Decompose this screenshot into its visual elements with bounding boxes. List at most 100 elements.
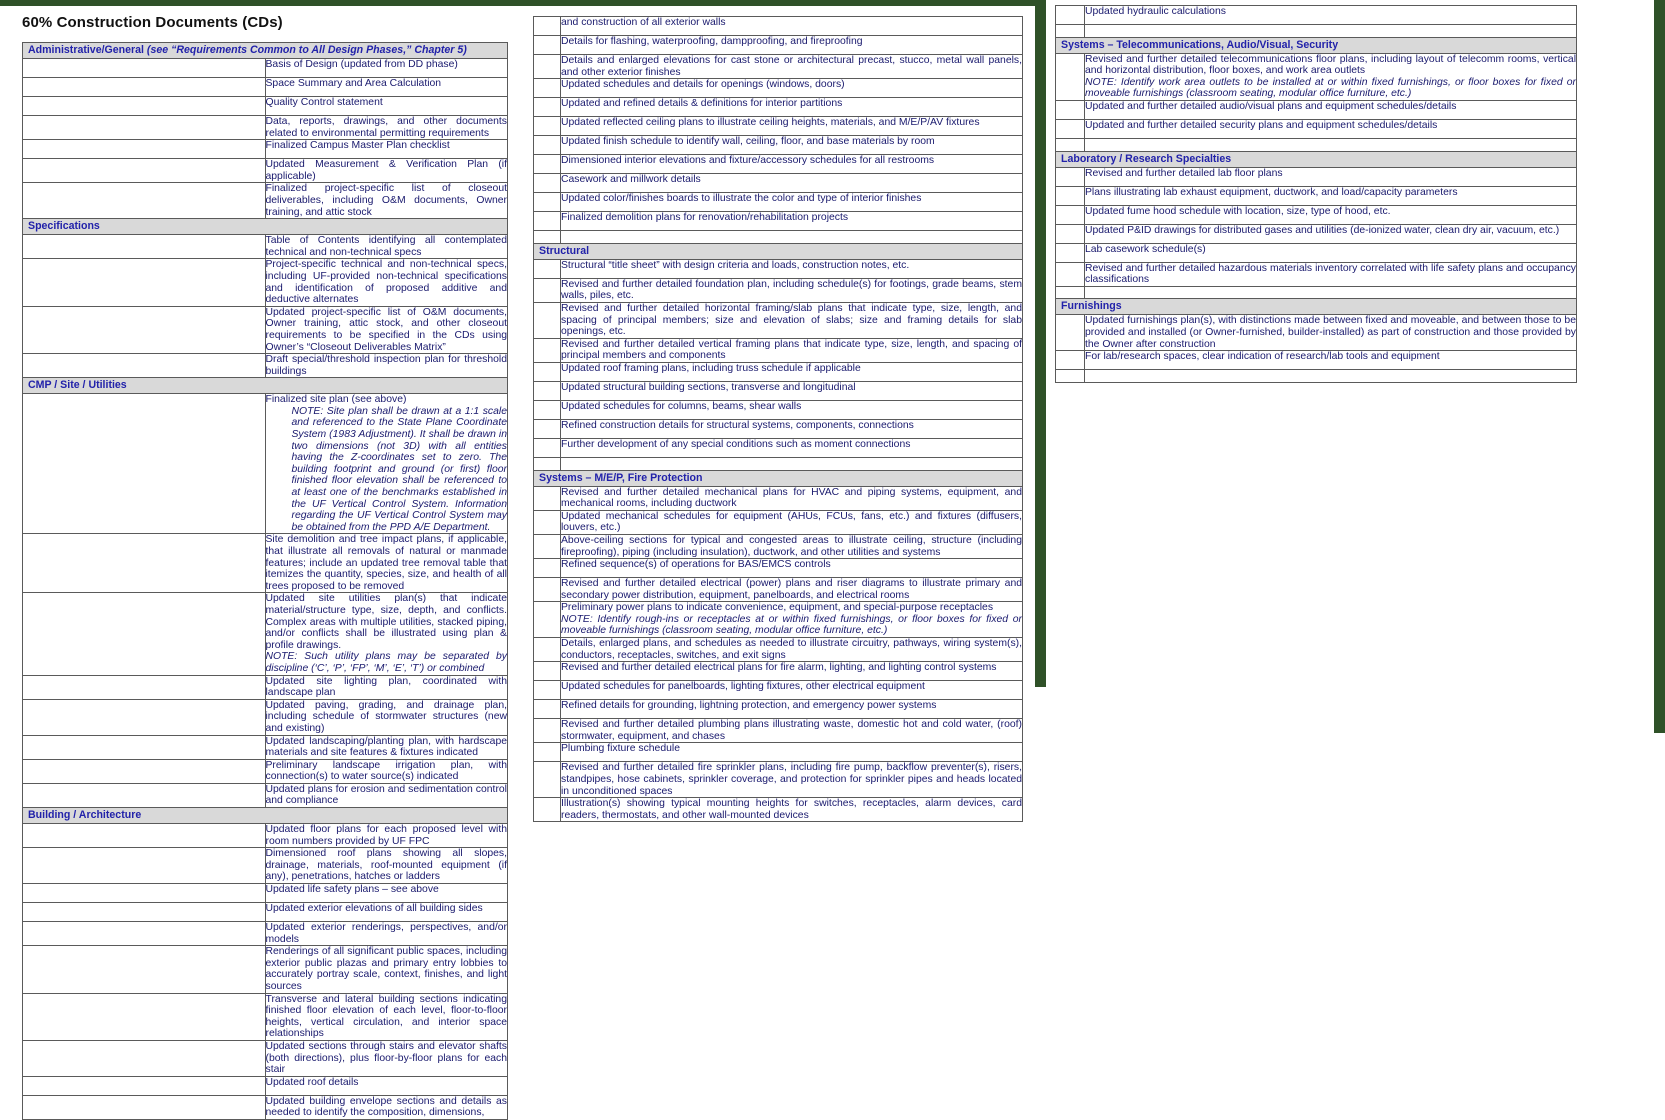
- checkbox-cell[interactable]: [22, 305, 266, 355]
- checkbox-cell[interactable]: [533, 718, 561, 744]
- checkbox-cell[interactable]: [22, 921, 266, 947]
- checkbox-cell[interactable]: [1055, 261, 1085, 287]
- checkbox-cell[interactable]: [22, 734, 266, 760]
- checkbox-cell[interactable]: [22, 1094, 266, 1120]
- checkbox-cell[interactable]: [533, 680, 561, 701]
- checklist-row: Finalized site plan (see above) NOTE: Sit…: [22, 393, 508, 535]
- checkbox-cell[interactable]: [22, 992, 266, 1041]
- checklist-item-text: Dimensioned interior elevations and fixt…: [560, 154, 1023, 175]
- checkbox-cell[interactable]: [533, 509, 561, 535]
- checkbox-cell[interactable]: [1055, 166, 1085, 187]
- checkbox-cell[interactable]: [533, 78, 561, 99]
- checkbox-cell[interactable]: [533, 742, 561, 763]
- checklist-item-note: NOTE: Identify rough-ins or receptacles …: [561, 613, 1022, 637]
- checkbox-cell[interactable]: [22, 698, 266, 736]
- spacer-cell: [1084, 369, 1577, 383]
- checkbox-cell[interactable]: [22, 758, 266, 784]
- checkbox-cell[interactable]: [533, 558, 561, 579]
- checkbox-cell[interactable]: [1055, 285, 1085, 300]
- checkbox-cell[interactable]: [533, 456, 561, 471]
- checkbox-cell[interactable]: [22, 234, 266, 260]
- checkbox-cell[interactable]: [22, 1039, 266, 1077]
- checkbox-cell[interactable]: [1055, 204, 1085, 225]
- checkbox-cell[interactable]: [533, 533, 561, 560]
- checkbox-cell[interactable]: [533, 485, 561, 511]
- checklist-row: Updated exterior renderings, perspective…: [22, 921, 508, 947]
- checkbox-cell[interactable]: [533, 230, 561, 244]
- checkbox-cell[interactable]: [1055, 137, 1085, 152]
- checkbox-cell[interactable]: [22, 823, 266, 849]
- checkbox-cell[interactable]: [533, 761, 561, 799]
- checkbox-cell[interactable]: [1055, 314, 1085, 352]
- checkbox-cell[interactable]: [533, 277, 561, 303]
- checkbox-cell[interactable]: [1055, 223, 1085, 244]
- checkbox-cell[interactable]: [1055, 118, 1085, 139]
- checkbox-cell[interactable]: [533, 577, 561, 603]
- checkbox-cell[interactable]: [1055, 99, 1085, 120]
- checklist-item-text: Preliminary power plans to indicate conv…: [560, 601, 1023, 639]
- checkbox-cell[interactable]: [533, 399, 561, 420]
- checkbox-cell[interactable]: [22, 902, 266, 923]
- checkbox-cell[interactable]: [1055, 52, 1085, 101]
- checkbox-cell[interactable]: [22, 393, 266, 535]
- checkbox-cell[interactable]: [22, 114, 266, 141]
- checklist-item-text: Revised and further detailed vertical fr…: [560, 337, 1023, 363]
- checkbox-cell[interactable]: [533, 135, 561, 156]
- checklist-item-text: Quality Control statement: [264, 96, 508, 116]
- checklist-row: Updated sections through stairs and elev…: [22, 1039, 508, 1077]
- checkbox-cell[interactable]: [1055, 369, 1085, 383]
- checklist-item-text: Updated plans for erosion and sedimentat…: [264, 782, 508, 809]
- checkbox-cell[interactable]: [1055, 185, 1085, 206]
- checklist-table-2: and construction of all exterior walls D…: [533, 16, 1023, 823]
- checkbox-cell[interactable]: [533, 797, 561, 823]
- checkbox-cell[interactable]: [533, 380, 561, 401]
- checkbox-cell[interactable]: [533, 173, 561, 194]
- checkbox-cell[interactable]: [533, 418, 561, 439]
- checkbox-cell[interactable]: [22, 533, 266, 594]
- document-column-3: Updated hydraulic calculations Systems –…: [1055, 5, 1577, 383]
- checkbox-cell[interactable]: [22, 139, 266, 160]
- checklist-item-text: Plans illustrating lab exhaust equipment…: [1084, 185, 1577, 206]
- checkbox-cell[interactable]: [22, 58, 266, 78]
- checkbox-cell[interactable]: [533, 361, 561, 382]
- checkbox-cell[interactable]: [22, 945, 266, 994]
- checkbox-cell[interactable]: [22, 674, 266, 700]
- checkbox-cell[interactable]: [533, 154, 561, 175]
- checkbox-cell[interactable]: [22, 847, 266, 885]
- checklist-item-text: Lab casework schedule(s): [1084, 242, 1577, 263]
- checklist-row: Site demolition and tree impact plans, i…: [22, 533, 508, 594]
- checkbox-cell[interactable]: [533, 116, 561, 137]
- checkbox-cell[interactable]: [22, 1075, 266, 1096]
- checkbox-cell[interactable]: [533, 437, 561, 458]
- checkbox-cell[interactable]: [22, 353, 266, 379]
- checkbox-cell[interactable]: [1055, 5, 1085, 25]
- section-header-row: Furnishings: [1055, 298, 1577, 316]
- checkbox-cell[interactable]: [22, 782, 266, 809]
- checkbox-cell[interactable]: [533, 192, 561, 213]
- checkbox-cell[interactable]: [22, 158, 266, 184]
- checkbox-cell[interactable]: [533, 16, 561, 36]
- checkbox-cell[interactable]: [533, 97, 561, 118]
- checkbox-cell[interactable]: [1055, 24, 1085, 38]
- checkbox-cell[interactable]: [533, 661, 561, 682]
- checklist-item-text: Renderings of all significant public spa…: [264, 945, 508, 994]
- checkbox-cell[interactable]: [1055, 350, 1085, 371]
- checkbox-cell[interactable]: [22, 592, 266, 676]
- checkbox-cell[interactable]: [533, 53, 561, 80]
- checkbox-cell[interactable]: [22, 258, 266, 307]
- checkbox-cell[interactable]: [533, 601, 561, 639]
- checkbox-cell[interactable]: [533, 35, 561, 55]
- checklist-item-text: Updated mechanical schedules for equipme…: [560, 509, 1023, 535]
- checkbox-cell[interactable]: [533, 258, 561, 279]
- checkbox-cell[interactable]: [533, 337, 561, 363]
- checkbox-cell[interactable]: [533, 699, 561, 720]
- checkbox-cell[interactable]: [22, 883, 266, 904]
- checklist-row: Casework and millwork details: [533, 173, 1023, 194]
- checkbox-cell[interactable]: [22, 96, 266, 116]
- checkbox-cell[interactable]: [22, 77, 266, 97]
- checkbox-cell[interactable]: [533, 637, 561, 663]
- checkbox-cell[interactable]: [1055, 242, 1085, 263]
- checkbox-cell[interactable]: [533, 301, 561, 339]
- checkbox-cell[interactable]: [22, 182, 266, 220]
- checkbox-cell[interactable]: [533, 211, 561, 232]
